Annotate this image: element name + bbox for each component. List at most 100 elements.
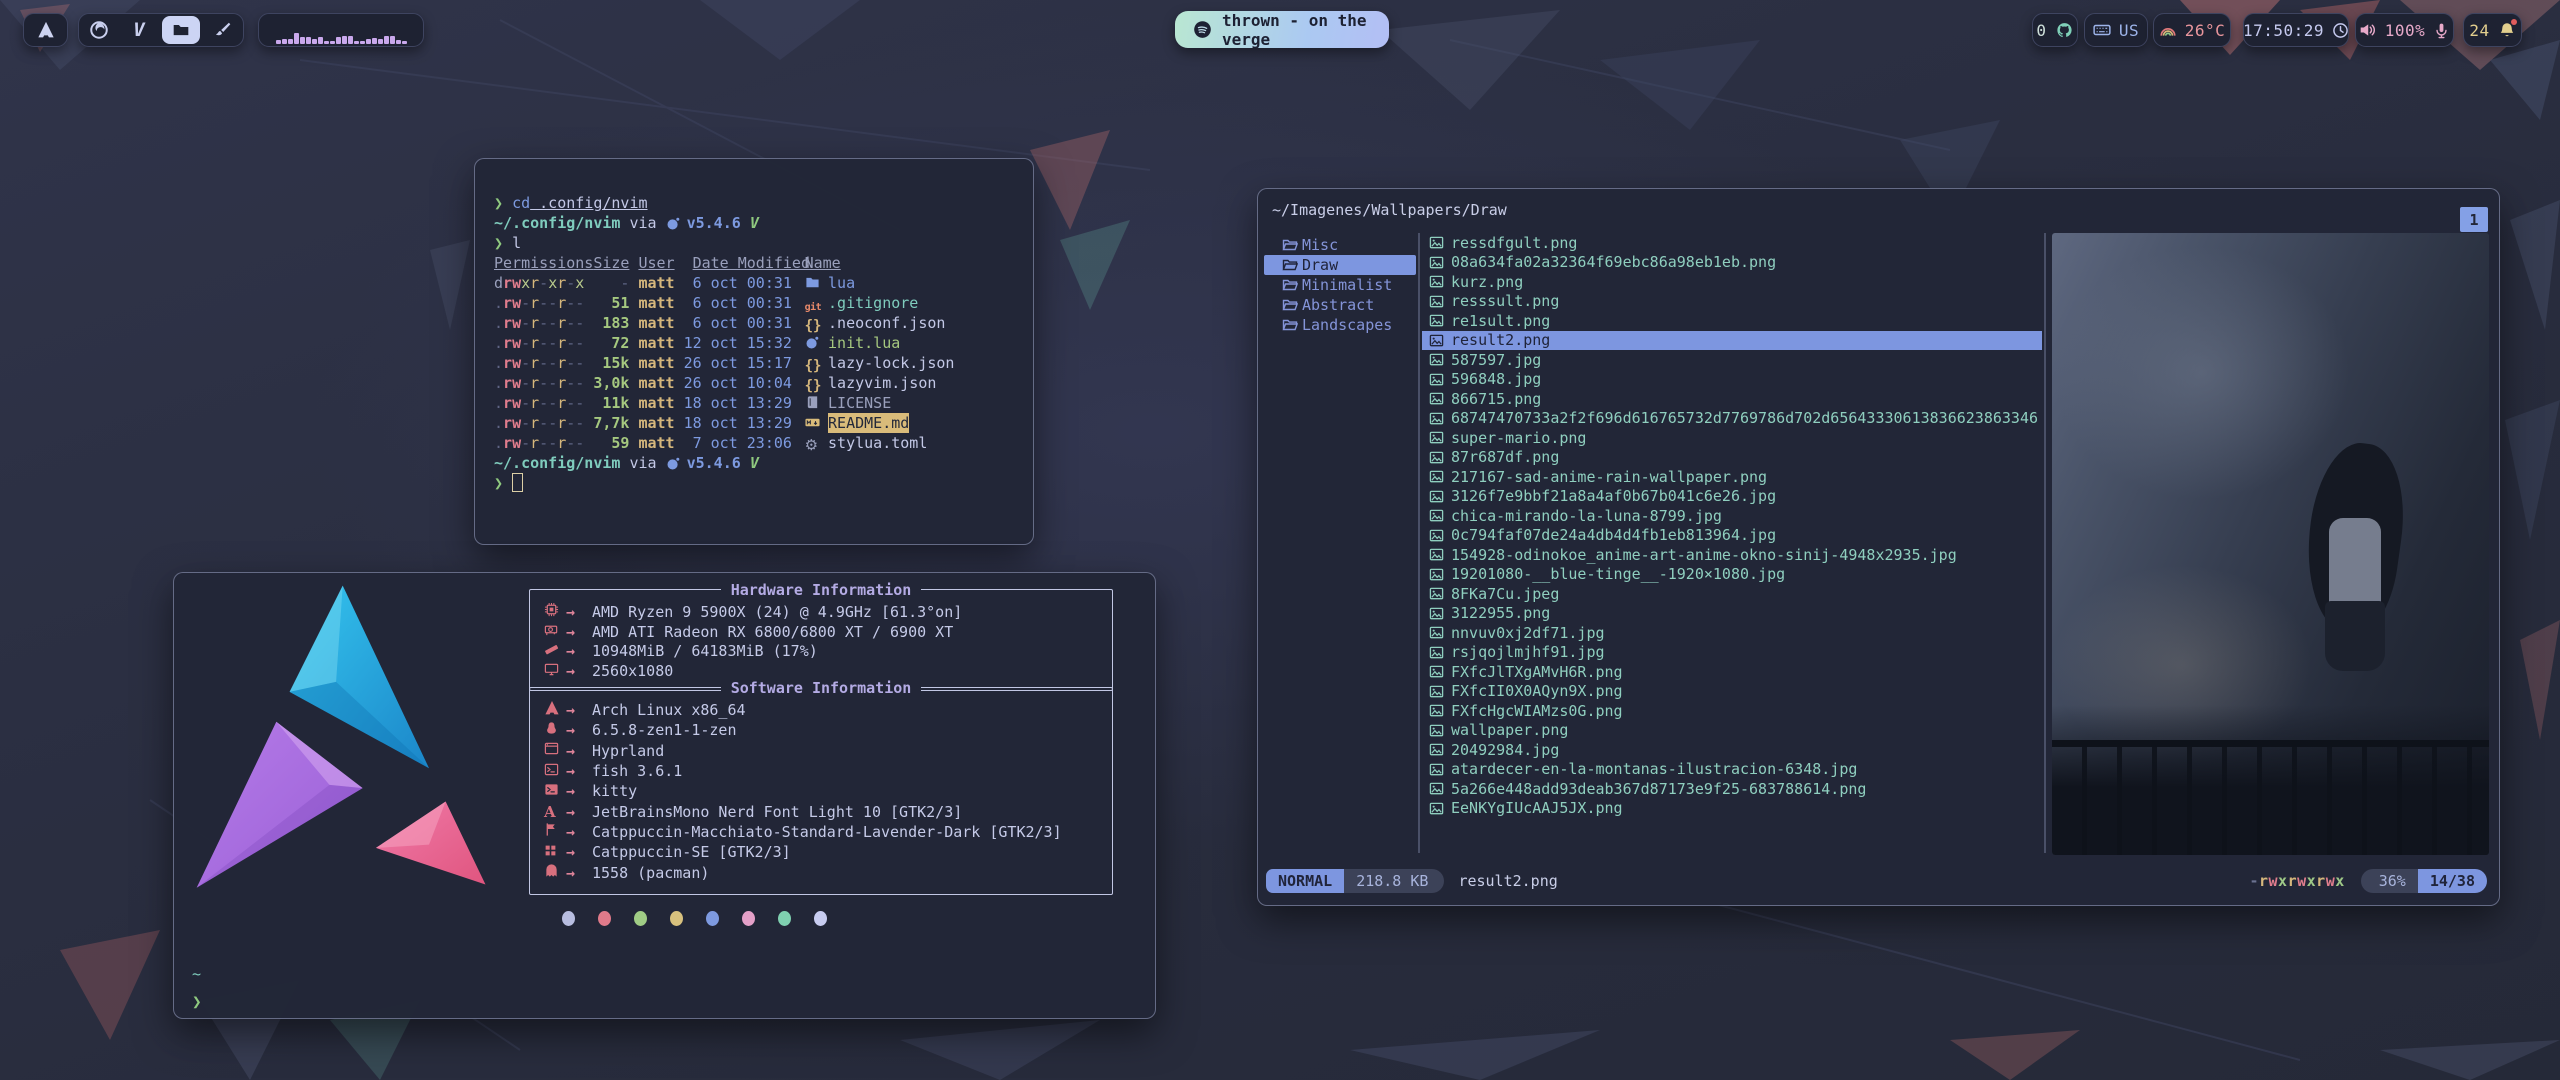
bell-status-pill[interactable]: 24 (2463, 13, 2522, 47)
fm-file-row[interactable]: resssult.png (1422, 292, 2042, 312)
speaker-status-pill[interactable]: 100% (2355, 13, 2454, 47)
fm-file-row[interactable]: 8FKa7Cu.jpeg (1422, 584, 2042, 604)
file-name[interactable]: LICENSE (828, 393, 891, 413)
fm-sidebar-item-landscapes[interactable]: Landscapes (1264, 315, 1416, 335)
fm-file-row[interactable]: re1sult.png (1422, 311, 2042, 331)
palette-dot (634, 911, 647, 926)
fm-sidebar: MiscDrawMinimalistAbstractLandscapes (1264, 235, 1416, 335)
lua-version: v5.4.6 (687, 453, 741, 473)
keyboard-status-pill[interactable]: US (2084, 13, 2148, 47)
fm-file-row[interactable]: ressdfgult.png (1422, 233, 2042, 253)
fm-file-row[interactable]: 154928-odinokoe_anime-art-anime-okno-sin… (1422, 545, 2042, 565)
arrow-icon: → (566, 623, 592, 641)
fm-file-row[interactable]: 87r687df.png (1422, 448, 2042, 468)
fm-file-row[interactable]: 217167-sad-anime-rain-wallpaper.png (1422, 467, 2042, 487)
fm-file-row[interactable]: FXfcII0X0AQyn9X.png (1422, 682, 2042, 702)
fm-file-name: 68747470733a2f2f696d616765732d7769786d70… (1451, 409, 2038, 427)
fm-permissions: -rwxrwxrwx (2249, 872, 2344, 890)
fm-file-row[interactable]: chica-mirando-la-luna-8799.jpg (1422, 506, 2042, 526)
workspace-app-vim[interactable]: V (122, 16, 156, 44)
terminal-line: ~/.config/nvim via v5.4.6 V (494, 213, 1033, 233)
github-status-pill[interactable]: 0 (2032, 13, 2078, 47)
file-owner: matt (638, 313, 674, 333)
file-name[interactable]: lazy-lock.json (828, 353, 954, 373)
fm-sidebar-item-minimalist[interactable]: Minimalist (1264, 275, 1416, 295)
fetch-row: →Arch Linux x86_64 (544, 700, 1104, 720)
launcher-pill[interactable] (23, 13, 68, 47)
music-pill[interactable]: thrown - on the verge (1175, 11, 1389, 48)
fm-sidebar-item-draw[interactable]: Draw (1264, 255, 1416, 275)
terminal-window[interactable]: ❯ cd .config/nvim~/.config/nvim via v5.4… (474, 158, 1034, 545)
workspace-app-brush[interactable] (206, 16, 240, 44)
brush-icon (214, 21, 232, 39)
workspace-app-firefox[interactable] (82, 16, 116, 44)
fetch-window[interactable]: Hardware Information→AMD Ryzen 9 5900X (… (173, 572, 1156, 1019)
fm-file-row[interactable]: rsjqojlmjhf91.jpg (1422, 643, 2042, 663)
fm-file-row[interactable]: 08a634fa02a32364f69ebc86a98eb1eb.png (1422, 253, 2042, 273)
command-cd: cd (512, 193, 530, 213)
fm-file-row[interactable]: atardecer-en-la-montanas-ilustracion-634… (1422, 760, 2042, 780)
image-icon (1429, 606, 1444, 621)
fm-sidebar-item-misc[interactable]: Misc (1264, 235, 1416, 255)
file-owner: matt (638, 393, 674, 413)
file-owner: matt (638, 373, 674, 393)
fm-file-row[interactable]: result2.png (1422, 331, 2042, 351)
fm-file-row[interactable]: 0c794faf07de24a4db4d4fb1eb813964.jpg (1422, 526, 2042, 546)
image-icon (1429, 430, 1444, 445)
fm-tab-badge[interactable]: 1 (2460, 207, 2488, 232)
fm-file-row[interactable]: FXfcHgcWIAMzs0G.png (1422, 701, 2042, 721)
file-permissions: .rw-r--r-- (494, 313, 584, 333)
file-date: 18 oct 13:29 (684, 393, 792, 413)
fm-file-row[interactable]: 3126f7e9bbf21a8a4af0b67b041c6e26.jpg (1422, 487, 2042, 507)
fm-dir-name: Draw (1302, 256, 1338, 274)
pacman-icon (544, 863, 559, 878)
visualizer-bar (276, 40, 281, 44)
file-manager-window[interactable]: ~/Imagenes/Wallpapers/Draw 1 MiscDrawMin… (1257, 188, 2500, 906)
fm-file-row[interactable]: 68747470733a2f2f696d616765732d7769786d70… (1422, 409, 2042, 429)
cpu-icon (544, 602, 559, 617)
fm-file-name: 87r687df.png (1451, 448, 1559, 466)
file-name[interactable]: .neoconf.json (828, 313, 945, 333)
image-icon (1429, 294, 1444, 309)
terminal-line: ❯ (494, 473, 1033, 493)
fm-file-row[interactable]: 596848.jpg (1422, 370, 2042, 390)
fm-file-name: wallpaper.png (1451, 721, 1568, 739)
vim-glyph: V (750, 213, 759, 233)
image-icon (1429, 489, 1444, 504)
fm-file-row[interactable]: nnvuv0xj2df71.jpg (1422, 623, 2042, 643)
fetch-value: Catppuccin-Macchiato-Standard-Lavender-D… (592, 823, 1062, 841)
file-name[interactable]: lazyvim.json (828, 373, 936, 393)
fm-file-row[interactable]: super-mario.png (1422, 428, 2042, 448)
fm-file-row[interactable]: 587597.jpg (1422, 350, 2042, 370)
folder-open-icon (1282, 297, 1298, 313)
image-icon (1429, 801, 1444, 816)
clock-status-pill[interactable]: 17:50:29 (2243, 13, 2349, 47)
fm-file-row[interactable]: 866715.png (1422, 389, 2042, 409)
file-name[interactable]: lua (828, 273, 855, 293)
fm-file-row[interactable]: 3122955.png (1422, 604, 2042, 624)
fm-file-row[interactable]: 20492984.jpg (1422, 740, 2042, 760)
file-name[interactable]: .gitignore (828, 293, 918, 313)
file-type-cell (805, 273, 828, 293)
rainbow-status-pill[interactable]: 26°C (2153, 13, 2231, 47)
fm-file-row[interactable]: 19201080-__blue-tinge__-1920×1080.jpg (1422, 565, 2042, 585)
file-name[interactable]: init.lua (828, 333, 900, 353)
fetch-value: Arch Linux x86_64 (592, 701, 746, 719)
file-size: 59 (593, 433, 629, 453)
command-l: l (512, 233, 521, 253)
workspace-app-folder[interactable] (162, 16, 200, 44)
visualizer-bar (342, 36, 347, 44)
fm-file-name: 20492984.jpg (1451, 741, 1559, 759)
fm-file-row[interactable]: FXfcJlTXgAMvH6R.png (1422, 662, 2042, 682)
fm-file-row[interactable]: 5a266e448add93deab367d87173e9f25-6837886… (1422, 779, 2042, 799)
file-date: 26 oct 15:17 (684, 353, 792, 373)
fm-file-row[interactable]: wallpaper.png (1422, 721, 2042, 741)
fm-sidebar-item-abstract[interactable]: Abstract (1264, 295, 1416, 315)
fm-file-row[interactable]: kurz.png (1422, 272, 2042, 292)
file-size: 11k (593, 393, 629, 413)
file-name[interactable]: README.md (828, 413, 909, 433)
terminal-color-dots (562, 911, 827, 926)
file-size: 72 (593, 333, 629, 353)
file-name[interactable]: stylua.toml (828, 433, 927, 453)
fm-file-row[interactable]: EeNKYgIUcAAJ5JX.png (1422, 799, 2042, 819)
